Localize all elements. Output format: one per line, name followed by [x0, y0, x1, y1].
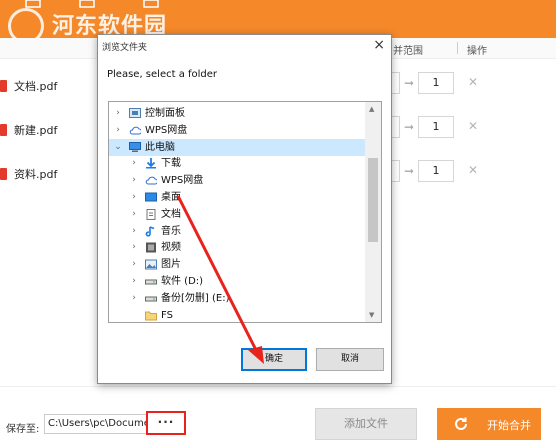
- tree-scrollbar[interactable]: ▲ ▼: [365, 102, 381, 322]
- tree-node-label: 备份[勿删] (E:): [161, 292, 230, 304]
- chevron-down-icon[interactable]: ⌄: [113, 139, 123, 156]
- save-location-label: 保存至:: [6, 424, 40, 435]
- range-to-field[interactable]: 1: [418, 160, 454, 182]
- header-divider: [457, 42, 458, 54]
- video-icon: [146, 242, 156, 253]
- arrow-right-icon: ➞: [404, 76, 415, 90]
- tab-icon[interactable]: [142, 0, 182, 8]
- chevron-right-icon[interactable]: ›: [129, 223, 139, 240]
- tree-node-label: 此电脑: [145, 141, 175, 153]
- tree-node-label: WPS网盘: [145, 124, 188, 136]
- dialog-prompt: Please, select a folder: [107, 69, 218, 80]
- chevron-right-icon[interactable]: ›: [113, 122, 123, 139]
- tree-node[interactable]: › 桌面: [109, 189, 367, 206]
- file-name: 资料.pdf: [14, 168, 58, 181]
- cancel-button[interactable]: 取消: [316, 348, 384, 371]
- file-name: 文档.pdf: [14, 80, 58, 93]
- start-merge-label: 开始合并: [487, 419, 531, 432]
- picture-icon: [145, 259, 157, 270]
- chevron-right-icon[interactable]: ›: [129, 189, 139, 206]
- tab-icon[interactable]: [24, 0, 64, 8]
- range-to-field[interactable]: 1: [418, 72, 454, 94]
- chevron-right-icon[interactable]: ›: [113, 105, 123, 122]
- chevron-right-icon[interactable]: ›: [129, 206, 139, 223]
- tree-node-label: 视频: [161, 242, 181, 254]
- arrow-right-icon: ➞: [404, 120, 415, 134]
- cloud-icon: [145, 176, 157, 185]
- footer-divider: [0, 386, 556, 387]
- folder-icon: [145, 311, 157, 321]
- folder-tree[interactable]: › 控制面板 › WPS网盘 ⌄ 此电脑 › 下载 › WPS网盘 › 桌面 › 文档 › 音乐 › 视频 › 图片 ›…: [108, 101, 382, 323]
- tree-node[interactable]: › 软件 (D:): [109, 273, 367, 290]
- chevron-right-icon[interactable]: ›: [129, 256, 139, 273]
- browse-folder-dialog: 浏览文件夹 × Please, select a folder › 控制面板 › WP…: [97, 34, 392, 384]
- tree-node[interactable]: › 控制面板: [109, 105, 367, 122]
- arrow-right-icon: ➞: [404, 164, 415, 178]
- range-to-field[interactable]: 1: [418, 116, 454, 138]
- header-range: 并范围: [393, 46, 423, 57]
- app-header-bar: [0, 0, 556, 38]
- chevron-right-icon[interactable]: ›: [129, 273, 139, 290]
- pdf-icon: [0, 168, 7, 180]
- document-icon: [146, 208, 156, 220]
- tree-node-label: 控制面板: [145, 108, 185, 119]
- tree-node-label: WPS网盘: [161, 175, 204, 187]
- download-icon: [146, 158, 156, 169]
- tree-node-label: 图片: [161, 259, 181, 271]
- delete-icon[interactable]: ✕: [468, 163, 478, 177]
- close-icon[interactable]: ×: [373, 37, 385, 53]
- drive-icon: [145, 296, 157, 302]
- tree-node[interactable]: › WPS网盘: [109, 172, 367, 189]
- pdf-icon: [0, 80, 7, 92]
- pdf-icon: [0, 124, 7, 136]
- chevron-right-icon[interactable]: ›: [129, 172, 139, 189]
- start-merge-button[interactable]: 开始合并: [437, 408, 541, 440]
- dialog-title: 浏览文件夹: [102, 43, 148, 53]
- refresh-icon: [455, 417, 467, 430]
- tree-node-label: 音乐: [161, 225, 181, 237]
- save-path-field[interactable]: C:\Users\pc\Documents: [44, 414, 154, 434]
- tree-node[interactable]: › 音乐: [109, 223, 367, 240]
- tree-node-label: 下载: [161, 158, 181, 170]
- ok-button[interactable]: 确定: [241, 348, 307, 371]
- header-actions: 操作: [467, 46, 487, 57]
- control-panel-icon: [129, 108, 141, 118]
- tree-node[interactable]: › 文档: [109, 206, 367, 223]
- drive-icon: [145, 279, 157, 285]
- tree-node[interactable]: › WPS网盘: [109, 122, 367, 139]
- tree-node[interactable]: FS: [109, 307, 367, 322]
- chevron-right-icon[interactable]: ›: [129, 290, 139, 307]
- tree-node-label: 文档: [161, 208, 181, 220]
- scrollbar-thumb[interactable]: [368, 158, 378, 242]
- tab-icon[interactable]: [78, 0, 118, 8]
- music-icon: [145, 225, 155, 237]
- tree-node-label: 桌面: [161, 192, 181, 203]
- tree-node-label: FS: [161, 309, 173, 321]
- chevron-right-icon[interactable]: ›: [129, 239, 139, 256]
- tree-node[interactable]: ⌄ 此电脑: [109, 138, 367, 156]
- tree-node-label: 软件 (D:): [161, 276, 204, 287]
- tree-node[interactable]: › 下载: [109, 155, 367, 172]
- desktop-icon: [145, 192, 157, 202]
- scroll-down-icon[interactable]: ▼: [369, 311, 374, 319]
- delete-icon[interactable]: ✕: [468, 75, 478, 89]
- scroll-up-icon[interactable]: ▲: [369, 105, 374, 113]
- computer-icon: [129, 141, 141, 152]
- tree-node[interactable]: › 视频: [109, 239, 367, 256]
- chevron-right-icon[interactable]: ›: [129, 155, 139, 172]
- add-file-button[interactable]: 添加文件: [315, 408, 417, 440]
- cloud-icon: [129, 126, 141, 135]
- tree-node[interactable]: › 图片: [109, 256, 367, 273]
- file-name: 新建.pdf: [14, 124, 58, 137]
- delete-icon[interactable]: ✕: [468, 119, 478, 133]
- browse-folder-button[interactable]: ···: [146, 411, 186, 435]
- tree-node[interactable]: › 备份[勿删] (E:): [109, 290, 367, 307]
